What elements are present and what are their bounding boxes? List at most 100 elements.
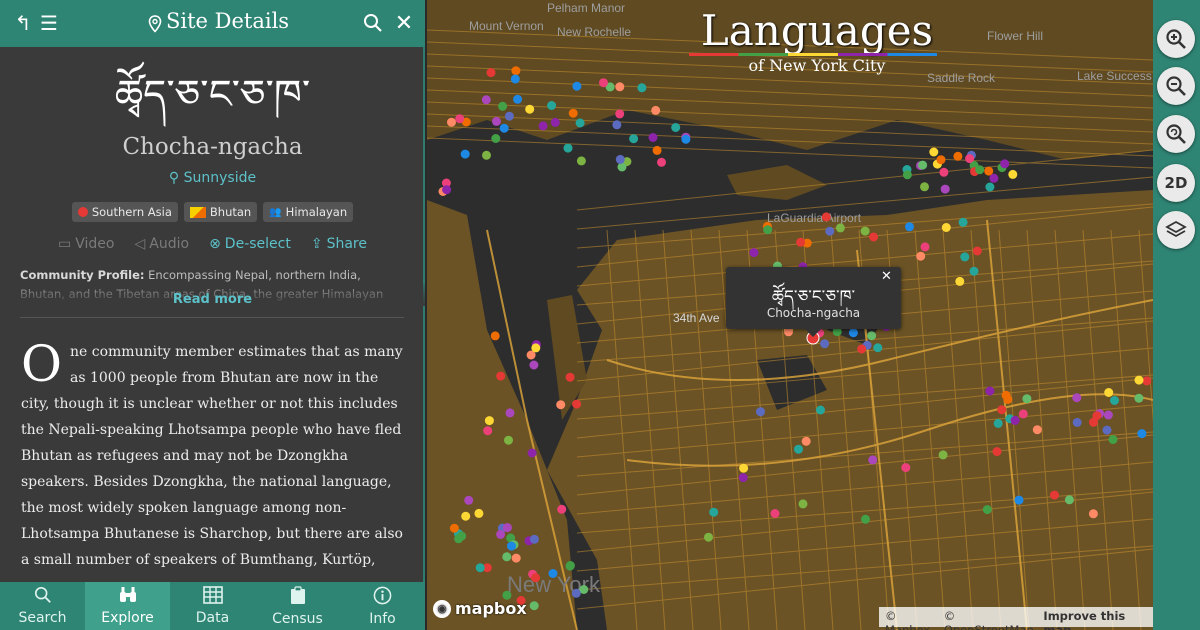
nav-census[interactable]: Census (255, 582, 340, 630)
location-link[interactable]: ⚲ Sunnyside (0, 170, 425, 186)
language-dot[interactable] (848, 328, 858, 338)
share-button[interactable]: ⇪ Share (311, 236, 367, 252)
language-dot[interactable] (529, 360, 539, 370)
nav-info[interactable]: Info (340, 582, 425, 630)
language-dot[interactable] (770, 509, 780, 518)
language-dot[interactable] (484, 416, 494, 426)
audio-button[interactable]: ◁ Audio (134, 236, 189, 252)
language-dot[interactable] (491, 134, 501, 143)
language-dot[interactable] (483, 426, 493, 436)
language-dot[interactable] (1110, 396, 1119, 405)
mapbox-logo[interactable]: ◉ mapbox (433, 599, 527, 618)
popup-close-icon[interactable]: ✕ (881, 269, 892, 284)
language-dot[interactable] (572, 399, 582, 409)
language-dot[interactable] (940, 184, 950, 194)
language-dot[interactable] (992, 447, 1002, 457)
language-dot[interactable] (671, 123, 681, 132)
language-dot[interactable] (756, 407, 765, 417)
language-dot[interactable] (455, 114, 465, 124)
attribution-mapbox[interactable]: © Mapbox (885, 609, 940, 630)
language-dot[interactable] (1014, 495, 1024, 505)
language-dot[interactable] (794, 444, 803, 454)
language-dot[interactable] (615, 154, 625, 164)
language-dot[interactable] (681, 134, 691, 144)
language-dot[interactable] (637, 83, 647, 93)
language-dot[interactable] (801, 436, 811, 446)
nav-data[interactable]: Data (170, 582, 255, 630)
language-dot[interactable] (504, 111, 514, 121)
language-dot[interactable] (982, 505, 992, 515)
language-dot[interactable] (1142, 376, 1152, 386)
zoom-out-button[interactable] (1157, 67, 1195, 105)
language-dot[interactable] (905, 222, 914, 232)
language-dot[interactable] (985, 386, 995, 396)
language-dot[interactable] (867, 331, 877, 341)
language-dot[interactable] (997, 405, 1007, 415)
attribution-osm[interactable]: © OpenStreetMap (944, 609, 1040, 630)
language-dot[interactable] (511, 553, 521, 563)
language-dot[interactable] (568, 108, 578, 118)
language-dot[interactable] (547, 101, 557, 110)
improve-map-link[interactable]: Improve this map (1043, 609, 1147, 630)
language-dot[interactable] (763, 225, 773, 235)
tag-family[interactable]: 👥 Himalayan (263, 202, 354, 222)
language-dot[interactable] (989, 173, 999, 183)
language-dot[interactable] (505, 408, 515, 418)
language-dot[interactable] (449, 523, 459, 533)
language-dot[interactable] (861, 514, 870, 524)
language-dot[interactable] (502, 523, 512, 533)
language-dot[interactable] (531, 343, 541, 353)
language-dot[interactable] (490, 331, 500, 341)
language-dot[interactable] (860, 226, 870, 236)
language-dot[interactable] (492, 116, 501, 126)
language-dot[interactable] (529, 601, 539, 611)
language-dot[interactable] (474, 508, 484, 518)
tag-region[interactable]: Southern Asia (71, 202, 178, 222)
language-dot[interactable] (1102, 425, 1112, 435)
language-dot[interactable] (738, 473, 748, 483)
language-dot[interactable] (1018, 409, 1028, 419)
zoom-in-button[interactable] (1157, 20, 1195, 58)
language-dot[interactable] (936, 155, 946, 165)
language-dot[interactable] (599, 78, 608, 88)
language-dot[interactable] (615, 82, 625, 92)
language-dot[interactable] (538, 121, 548, 131)
language-dot[interactable] (499, 123, 509, 133)
language-dot[interactable] (1072, 417, 1082, 427)
language-dot[interactable] (873, 343, 883, 353)
language-dot[interactable] (504, 435, 513, 445)
language-dot[interactable] (820, 339, 830, 349)
language-dot[interactable] (939, 167, 949, 177)
language-dot[interactable] (651, 105, 661, 115)
language-dot[interactable] (920, 182, 929, 192)
language-dot[interactable] (575, 118, 585, 128)
language-dot[interactable] (965, 154, 975, 164)
language-dot[interactable] (1050, 490, 1059, 500)
language-dot[interactable] (1008, 169, 1018, 179)
language-dot[interactable] (1092, 411, 1102, 421)
close-icon[interactable]: ✕ (391, 10, 417, 36)
language-dot[interactable] (1022, 394, 1032, 404)
nav-search[interactable]: Search (0, 582, 85, 630)
language-dot[interactable] (869, 232, 879, 242)
language-dot[interactable] (511, 66, 521, 76)
back-arrow-icon[interactable]: ↰ (10, 10, 36, 36)
language-dot[interactable] (798, 499, 808, 509)
language-dot[interactable] (513, 94, 523, 104)
reset-zoom-button[interactable] (1157, 115, 1195, 153)
language-dot[interactable] (548, 569, 558, 578)
language-dot[interactable] (704, 532, 713, 542)
language-dot[interactable] (985, 182, 995, 192)
language-dot[interactable] (857, 344, 867, 354)
language-dot[interactable] (1108, 435, 1118, 444)
language-dot[interactable] (481, 95, 491, 105)
language-dot[interactable] (920, 242, 930, 252)
language-dot[interactable] (835, 223, 845, 233)
language-dot[interactable] (929, 147, 939, 157)
language-dot[interactable] (565, 561, 575, 570)
language-dot[interactable] (953, 151, 963, 161)
language-dot[interactable] (529, 534, 539, 544)
language-dot[interactable] (918, 160, 928, 170)
language-dot[interactable] (796, 237, 806, 247)
language-dot[interactable] (816, 405, 825, 415)
